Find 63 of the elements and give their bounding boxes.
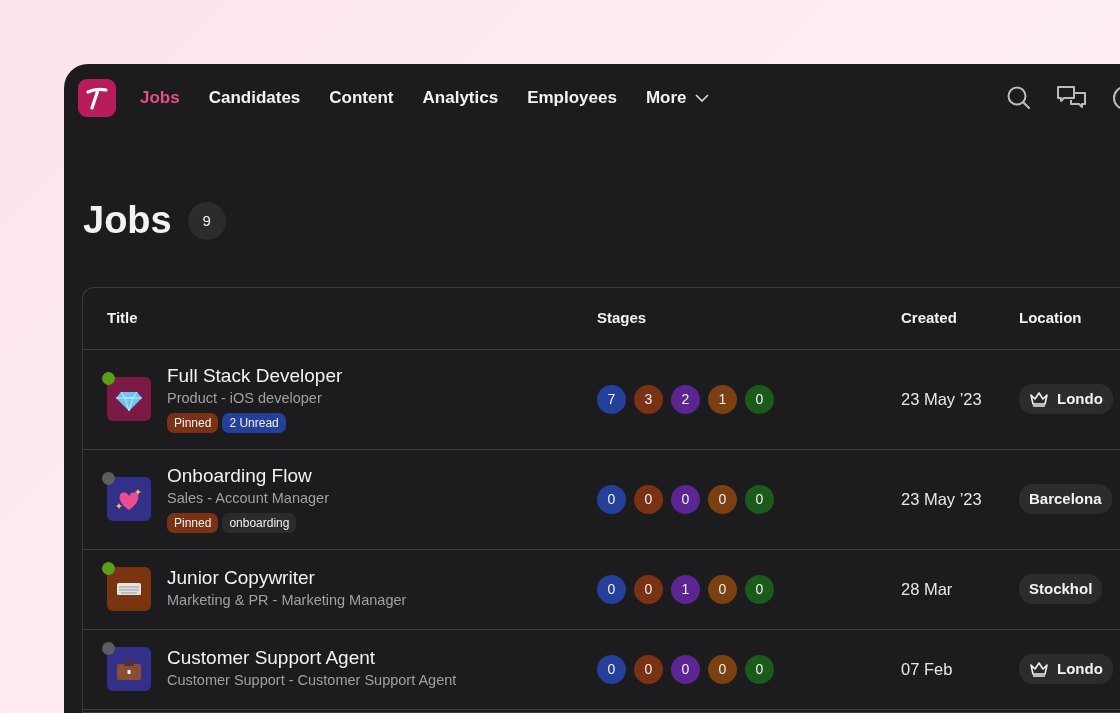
job-title[interactable]: Junior Copywriter — [167, 566, 407, 590]
location-text: Londo — [1057, 658, 1103, 679]
nav-tab[interactable]: Analytics — [422, 85, 499, 111]
stage-count: 0 — [708, 654, 737, 684]
stage-count: 2 — [671, 384, 700, 414]
job-subtitle: Customer Support - Customer Support Agent — [167, 670, 457, 690]
job-title[interactable]: Full Stack Developer — [167, 364, 343, 388]
nav-tab[interactable]: Jobs — [140, 85, 180, 111]
column-header: Created — [901, 308, 957, 326]
location-text: Londo — [1057, 388, 1103, 409]
stage-count: 0 — [597, 654, 626, 684]
stage-count: 0 — [671, 484, 700, 514]
logo-icon[interactable] — [78, 79, 116, 117]
tag: 2 Unread — [222, 413, 286, 434]
stage-count: 1 — [671, 574, 700, 604]
stage-count: 1 — [708, 384, 737, 414]
nav-tab[interactable]: Candidates — [208, 85, 301, 111]
stage-count: 0 — [745, 574, 774, 604]
stage-count: 0 — [745, 484, 774, 514]
chat-icon[interactable] — [1056, 85, 1088, 111]
crown-icon — [1029, 391, 1049, 408]
job-title[interactable]: Customer Support Agent — [167, 646, 457, 670]
job-title[interactable]: Onboarding Flow — [167, 464, 329, 488]
profile-icon[interactable] — [1112, 85, 1120, 111]
search-icon[interactable] — [1006, 85, 1032, 111]
stage-count: 0 — [745, 384, 774, 414]
job-icon — [107, 647, 151, 692]
nav-tab[interactable]: Employees — [527, 85, 617, 111]
job-subtitle: Marketing & PR - Marketing Manager — [167, 590, 407, 610]
crown-icon — [1029, 661, 1049, 678]
stage-count: 7 — [597, 384, 626, 414]
page-title: Jobs — [83, 198, 172, 243]
stage-count: 0 — [745, 654, 774, 684]
stage-count: 0 — [671, 654, 700, 684]
more-menu[interactable]: More — [645, 85, 709, 111]
stage-count: 0 — [708, 574, 737, 604]
location-text: Barcelona — [1029, 488, 1102, 509]
created-date: 07 Feb — [901, 659, 953, 678]
created-date: 23 May ’23 — [901, 489, 982, 508]
column-header: Title — [107, 308, 138, 326]
tag: Pinned — [167, 413, 219, 434]
job-icon — [107, 477, 151, 522]
tag: onboarding — [222, 513, 297, 534]
caret-icon — [694, 94, 709, 102]
count-badge: 9 — [187, 201, 226, 240]
stage-count: 0 — [597, 484, 626, 514]
stage-count: 3 — [634, 384, 663, 414]
location-text: Stockhol — [1029, 578, 1093, 599]
job-subtitle: Sales - Account Manager — [167, 488, 329, 508]
stage-count: 0 — [634, 654, 663, 684]
column-header: Stages — [597, 308, 647, 326]
job-icon — [107, 377, 151, 422]
stage-count: 0 — [634, 574, 663, 604]
column-header: Location — [1019, 308, 1082, 326]
stage-count: 0 — [634, 484, 663, 514]
created-date: 28 Mar — [901, 579, 953, 598]
stage-count: 0 — [708, 484, 737, 514]
job-subtitle: Product - iOS developer — [167, 388, 323, 408]
nav-tab[interactable]: Content — [329, 85, 394, 111]
job-icon — [107, 567, 151, 612]
created-date: 23 May ’23 — [901, 389, 982, 408]
tag: Pinned — [167, 513, 219, 534]
stage-count: 0 — [597, 574, 626, 604]
